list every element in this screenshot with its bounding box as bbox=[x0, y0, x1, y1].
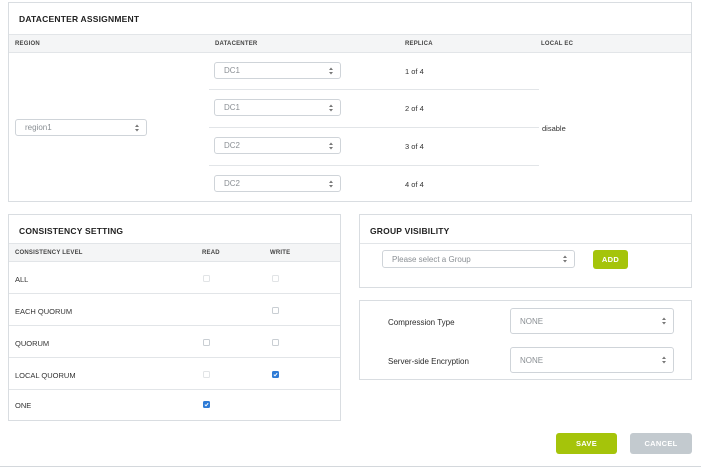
save-button[interactable]: SAVE bbox=[556, 433, 617, 454]
write-checkbox[interactable] bbox=[272, 339, 279, 346]
check-icon bbox=[204, 402, 209, 407]
select-arrows-icon bbox=[662, 356, 666, 364]
replica-label: 3 of 4 bbox=[405, 142, 424, 151]
consistency-table-header: CONSISTENCY LEVEL READ WRITE bbox=[9, 243, 340, 262]
compression-type-select[interactable]: NONE bbox=[510, 308, 674, 334]
column-header-read: READ bbox=[202, 250, 220, 256]
replica-label: 4 of 4 bbox=[405, 180, 424, 189]
write-checkbox[interactable] bbox=[272, 371, 279, 378]
select-arrows-icon bbox=[329, 104, 333, 111]
column-header-datacenter: DATACENTER bbox=[215, 41, 258, 47]
datacenter-table-header: REGION DATACENTER REPLICA LOCAL EC bbox=[9, 34, 691, 53]
row-divider bbox=[209, 165, 539, 166]
group-visibility-panel: GROUP VISIBILITY Please select a Group A… bbox=[359, 214, 692, 288]
server-side-encryption-value: NONE bbox=[520, 355, 544, 365]
consistency-level-label: ONE bbox=[15, 401, 32, 410]
group-select[interactable]: Please select a Group bbox=[382, 250, 575, 268]
region-select[interactable]: region1 bbox=[15, 119, 147, 136]
column-header-consistency-level: CONSISTENCY LEVEL bbox=[15, 250, 83, 256]
row-divider bbox=[209, 89, 539, 90]
datacenter-assignment-panel: DATACENTER ASSIGNMENT REGION DATACENTER … bbox=[8, 2, 692, 202]
consistency-level-label: EACH QUORUM bbox=[15, 307, 73, 316]
panel-divider bbox=[360, 243, 691, 244]
storage-options-panel: Compression Type NONE Server-side Encryp… bbox=[359, 300, 692, 380]
check-icon bbox=[273, 372, 278, 377]
replica-label: 1 of 4 bbox=[405, 67, 424, 76]
datacenter-select-value: DC1 bbox=[224, 103, 241, 112]
column-header-local-ec: LOCAL EC bbox=[541, 41, 574, 47]
consistency-level-label: ALL bbox=[15, 275, 29, 284]
write-checkbox[interactable] bbox=[272, 275, 279, 282]
datacenter-assignment-title: DATACENTER ASSIGNMENT bbox=[19, 14, 140, 24]
table-row: ONE bbox=[9, 391, 340, 420]
group-select-placeholder: Please select a Group bbox=[392, 254, 471, 264]
table-row: EACH QUORUM bbox=[9, 295, 340, 326]
table-row: QUORUM bbox=[9, 327, 340, 358]
datacenter-select[interactable]: DC2 bbox=[214, 175, 341, 192]
add-group-button[interactable]: ADD bbox=[593, 250, 628, 269]
select-arrows-icon bbox=[662, 317, 666, 325]
server-side-encryption-select[interactable]: NONE bbox=[510, 347, 674, 373]
footer-divider bbox=[0, 466, 701, 467]
select-arrows-icon bbox=[329, 142, 333, 149]
table-row: ALL bbox=[9, 263, 340, 294]
select-arrows-icon bbox=[563, 255, 567, 263]
datacenter-select[interactable]: DC1 bbox=[214, 62, 341, 79]
select-arrows-icon bbox=[329, 180, 333, 187]
select-arrows-icon bbox=[135, 124, 139, 131]
datacenter-select-value: DC2 bbox=[224, 179, 241, 188]
write-checkbox[interactable] bbox=[272, 307, 279, 314]
select-arrows-icon bbox=[329, 67, 333, 74]
replica-label: 2 of 4 bbox=[405, 104, 424, 113]
region-select-value: region1 bbox=[25, 123, 52, 132]
consistency-level-label: QUORUM bbox=[15, 339, 50, 348]
column-header-write: WRITE bbox=[270, 250, 291, 256]
row-divider bbox=[209, 127, 539, 128]
column-header-region: REGION bbox=[15, 41, 40, 47]
read-checkbox[interactable] bbox=[203, 401, 210, 408]
table-row: LOCAL QUORUM bbox=[9, 359, 340, 390]
datacenter-select[interactable]: DC1 bbox=[214, 99, 341, 116]
cancel-button[interactable]: CANCEL bbox=[630, 433, 692, 454]
column-header-replica: REPLICA bbox=[405, 41, 433, 47]
read-checkbox[interactable] bbox=[203, 371, 210, 378]
datacenter-select-value: DC2 bbox=[224, 141, 241, 150]
local-ec-value: disable bbox=[542, 124, 566, 133]
compression-type-label: Compression Type bbox=[388, 318, 455, 327]
read-checkbox[interactable] bbox=[203, 339, 210, 346]
server-side-encryption-label: Server-side Encryption bbox=[388, 357, 469, 366]
consistency-setting-title: CONSISTENCY SETTING bbox=[19, 226, 124, 236]
consistency-setting-panel: CONSISTENCY SETTING CONSISTENCY LEVEL RE… bbox=[8, 214, 341, 421]
datacenter-select-value: DC1 bbox=[224, 66, 241, 75]
consistency-level-label: LOCAL QUORUM bbox=[15, 371, 76, 380]
read-checkbox[interactable] bbox=[203, 275, 210, 282]
datacenter-select[interactable]: DC2 bbox=[214, 137, 341, 154]
group-visibility-title: GROUP VISIBILITY bbox=[370, 226, 450, 236]
compression-type-value: NONE bbox=[520, 316, 544, 326]
